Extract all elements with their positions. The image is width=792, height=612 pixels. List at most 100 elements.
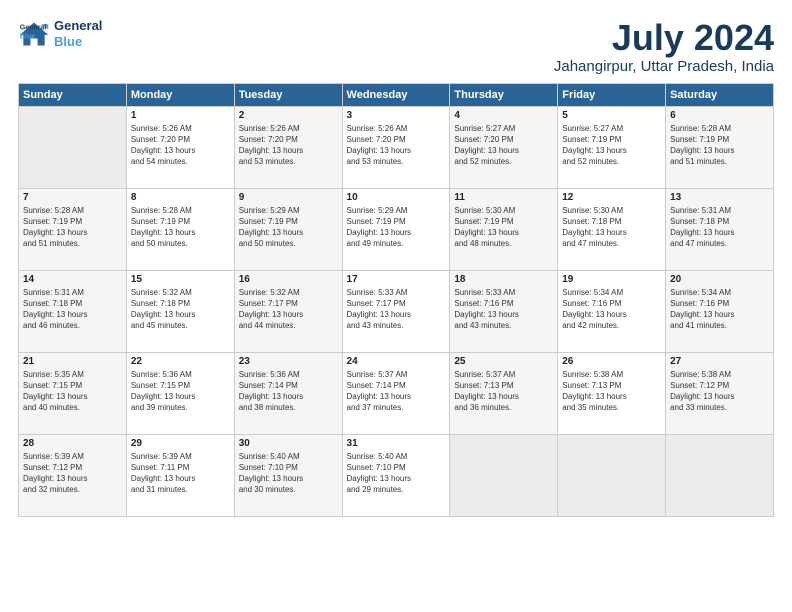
day-number: 18 [454, 274, 553, 285]
day-number: 11 [454, 192, 553, 203]
day-number: 16 [239, 274, 338, 285]
calendar-cell: 3 Sunrise: 5:26 AM Sunset: 7:20 PM Daylig… [342, 106, 450, 188]
day-number: 19 [562, 274, 661, 285]
day-number: 30 [239, 438, 338, 449]
day-info: Sunrise: 5:29 AM Sunset: 7:19 PM Dayligh… [347, 205, 446, 250]
day-number: 1 [131, 110, 230, 121]
day-number: 7 [23, 192, 122, 203]
calendar-cell: 29 Sunrise: 5:39 AM Sunset: 7:11 PM Dayli… [126, 434, 234, 516]
calendar-cell: 22Sunrise: 5:36 AM Sunset: 7:15 PM Dayli… [126, 352, 234, 434]
calendar-cell: 14 Sunrise: 5:31 AM Sunset: 7:18 PM Dayli… [19, 270, 127, 352]
calendar-week-row: 21Sunrise: 5:35 AM Sunset: 7:15 PM Dayli… [19, 352, 774, 434]
day-info: Sunrise: 5:35 AM Sunset: 7:15 PM Dayligh… [23, 369, 122, 414]
day-info: Sunrise: 5:31 AM Sunset: 7:18 PM Dayligh… [670, 205, 769, 250]
day-number: 2 [239, 110, 338, 121]
calendar-cell: 12 Sunrise: 5:30 AM Sunset: 7:18 PM Dayli… [558, 188, 666, 270]
day-number: 17 [347, 274, 446, 285]
col-header-monday: Monday [126, 83, 234, 106]
day-number: 3 [347, 110, 446, 121]
calendar-cell: 27 Sunrise: 5:38 AM Sunset: 7:12 PM Dayli… [666, 352, 774, 434]
day-number: 28 [23, 438, 122, 449]
day-info: Sunrise: 5:32 AM Sunset: 7:17 PM Dayligh… [239, 287, 338, 332]
calendar-cell [19, 106, 127, 188]
calendar-cell: 4Sunrise: 5:27 AM Sunset: 7:20 PM Daylig… [450, 106, 558, 188]
day-info: Sunrise: 5:27 AM Sunset: 7:19 PM Dayligh… [562, 123, 661, 168]
day-number: 26 [562, 356, 661, 367]
day-number: 15 [131, 274, 230, 285]
day-number: 29 [131, 438, 230, 449]
logo: General Blue General Blue [18, 18, 102, 49]
calendar-cell [666, 434, 774, 516]
day-info: Sunrise: 5:31 AM Sunset: 7:18 PM Dayligh… [23, 287, 122, 332]
calendar-cell: 8 Sunrise: 5:28 AM Sunset: 7:19 PM Daylig… [126, 188, 234, 270]
day-number: 13 [670, 192, 769, 203]
calendar-cell: 7Sunrise: 5:28 AM Sunset: 7:19 PM Daylig… [19, 188, 127, 270]
page: General Blue General Blue July 2024 Jaha… [0, 0, 792, 612]
day-info: Sunrise: 5:34 AM Sunset: 7:16 PM Dayligh… [670, 287, 769, 332]
calendar-cell: 16 Sunrise: 5:32 AM Sunset: 7:17 PM Dayli… [234, 270, 342, 352]
day-number: 5 [562, 110, 661, 121]
day-number: 31 [347, 438, 446, 449]
day-info: Sunrise: 5:28 AM Sunset: 7:19 PM Dayligh… [670, 123, 769, 168]
calendar-header-row: SundayMondayTuesdayWednesdayThursdayFrid… [19, 83, 774, 106]
day-number: 10 [347, 192, 446, 203]
calendar-cell: 10 Sunrise: 5:29 AM Sunset: 7:19 PM Dayli… [342, 188, 450, 270]
calendar-cell: 21Sunrise: 5:35 AM Sunset: 7:15 PM Dayli… [19, 352, 127, 434]
day-info: Sunrise: 5:30 AM Sunset: 7:19 PM Dayligh… [454, 205, 553, 250]
day-info: Sunrise: 5:27 AM Sunset: 7:20 PM Dayligh… [454, 123, 553, 168]
day-info: Sunrise: 5:37 AM Sunset: 7:13 PM Dayligh… [454, 369, 553, 414]
day-number: 27 [670, 356, 769, 367]
day-info: Sunrise: 5:26 AM Sunset: 7:20 PM Dayligh… [239, 123, 338, 168]
day-info: Sunrise: 5:36 AM Sunset: 7:14 PM Dayligh… [239, 369, 338, 414]
day-info: Sunrise: 5:34 AM Sunset: 7:16 PM Dayligh… [562, 287, 661, 332]
location-title: Jahangirpur, Uttar Pradesh, India [554, 58, 774, 75]
day-info: Sunrise: 5:36 AM Sunset: 7:15 PM Dayligh… [131, 369, 230, 414]
calendar-cell [558, 434, 666, 516]
day-number: 8 [131, 192, 230, 203]
day-info: Sunrise: 5:38 AM Sunset: 7:13 PM Dayligh… [562, 369, 661, 414]
day-info: Sunrise: 5:40 AM Sunset: 7:10 PM Dayligh… [347, 451, 446, 496]
calendar-week-row: 28 Sunrise: 5:39 AM Sunset: 7:12 PM Dayli… [19, 434, 774, 516]
svg-text:Blue: Blue [20, 32, 35, 40]
calendar-cell: 2 Sunrise: 5:26 AM Sunset: 7:20 PM Daylig… [234, 106, 342, 188]
calendar-cell [450, 434, 558, 516]
day-number: 14 [23, 274, 122, 285]
day-info: Sunrise: 5:39 AM Sunset: 7:12 PM Dayligh… [23, 451, 122, 496]
calendar-cell: 20 Sunrise: 5:34 AM Sunset: 7:16 PM Dayli… [666, 270, 774, 352]
day-info: Sunrise: 5:26 AM Sunset: 7:20 PM Dayligh… [131, 123, 230, 168]
logo-icon: General Blue [18, 20, 50, 48]
calendar-cell: 9Sunrise: 5:29 AM Sunset: 7:19 PM Daylig… [234, 188, 342, 270]
day-info: Sunrise: 5:28 AM Sunset: 7:19 PM Dayligh… [131, 205, 230, 250]
day-info: Sunrise: 5:39 AM Sunset: 7:11 PM Dayligh… [131, 451, 230, 496]
calendar-cell: 26 Sunrise: 5:38 AM Sunset: 7:13 PM Dayli… [558, 352, 666, 434]
day-number: 6 [670, 110, 769, 121]
day-number: 24 [347, 356, 446, 367]
header: General Blue General Blue July 2024 Jaha… [18, 18, 774, 75]
logo-text-blue: Blue [54, 34, 102, 50]
day-number: 12 [562, 192, 661, 203]
calendar-cell: 31 Sunrise: 5:40 AM Sunset: 7:10 PM Dayli… [342, 434, 450, 516]
calendar-cell: 13 Sunrise: 5:31 AM Sunset: 7:18 PM Dayli… [666, 188, 774, 270]
day-info: Sunrise: 5:33 AM Sunset: 7:17 PM Dayligh… [347, 287, 446, 332]
day-info: Sunrise: 5:30 AM Sunset: 7:18 PM Dayligh… [562, 205, 661, 250]
calendar-table: SundayMondayTuesdayWednesdayThursdayFrid… [18, 83, 774, 517]
day-info: Sunrise: 5:26 AM Sunset: 7:20 PM Dayligh… [347, 123, 446, 168]
calendar-week-row: 1 Sunrise: 5:26 AM Sunset: 7:20 PM Daylig… [19, 106, 774, 188]
logo-text-general: General [54, 18, 102, 34]
svg-text:General: General [20, 23, 47, 31]
month-title: July 2024 [554, 18, 774, 58]
calendar-cell: 25 Sunrise: 5:37 AM Sunset: 7:13 PM Dayli… [450, 352, 558, 434]
calendar-cell: 11 Sunrise: 5:30 AM Sunset: 7:19 PM Dayli… [450, 188, 558, 270]
day-number: 20 [670, 274, 769, 285]
day-info: Sunrise: 5:32 AM Sunset: 7:18 PM Dayligh… [131, 287, 230, 332]
calendar-cell: 18Sunrise: 5:33 AM Sunset: 7:16 PM Dayli… [450, 270, 558, 352]
day-number: 23 [239, 356, 338, 367]
calendar-cell: 30Sunrise: 5:40 AM Sunset: 7:10 PM Dayli… [234, 434, 342, 516]
calendar-cell: 15 Sunrise: 5:32 AM Sunset: 7:18 PM Dayli… [126, 270, 234, 352]
day-number: 25 [454, 356, 553, 367]
calendar-cell: 17 Sunrise: 5:33 AM Sunset: 7:17 PM Dayli… [342, 270, 450, 352]
day-number: 9 [239, 192, 338, 203]
day-info: Sunrise: 5:38 AM Sunset: 7:12 PM Dayligh… [670, 369, 769, 414]
day-info: Sunrise: 5:37 AM Sunset: 7:14 PM Dayligh… [347, 369, 446, 414]
col-header-thursday: Thursday [450, 83, 558, 106]
